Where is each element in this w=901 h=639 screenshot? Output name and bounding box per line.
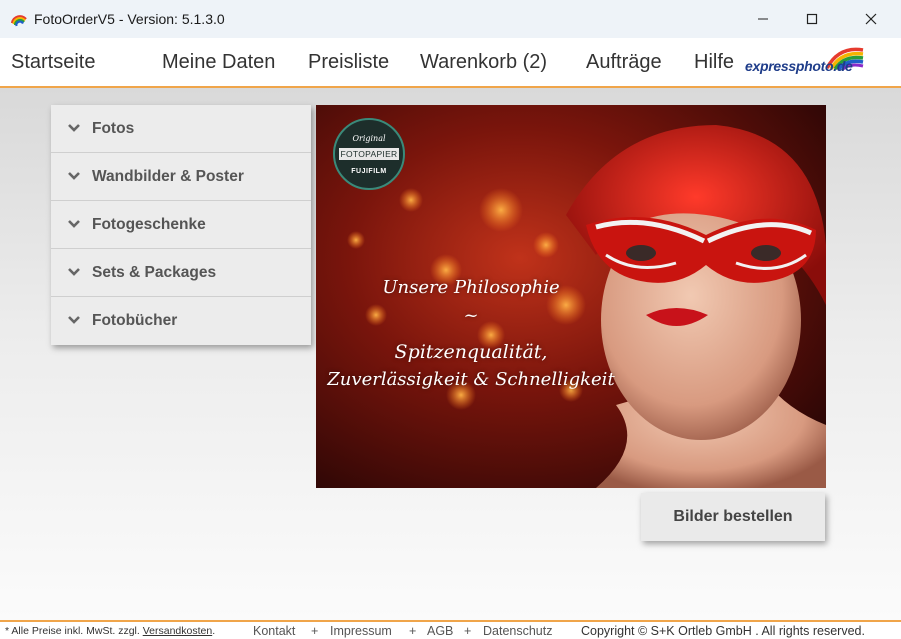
- hero-line-3: Spitzenqualität,: [394, 341, 548, 363]
- nav-preisliste[interactable]: Preisliste: [308, 51, 389, 74]
- main-content: Fotos Wandbilder & Poster Fotogeschenke …: [0, 88, 901, 620]
- footer-link-impressum[interactable]: Impressum: [330, 624, 392, 638]
- hero-banner: Original FOTOPAPIER FUJIFILM Unsere Phil…: [316, 105, 826, 488]
- chevron-down-icon: [68, 268, 80, 276]
- menu-item-wandbilder[interactable]: Wandbilder & Poster: [51, 153, 311, 201]
- main-nav: Startseite Meine Daten Preisliste Warenk…: [0, 38, 901, 88]
- footer-separator: +: [464, 624, 472, 638]
- chevron-down-icon: [68, 124, 80, 132]
- fujifilm-badge: Original FOTOPAPIER FUJIFILM: [333, 118, 405, 190]
- nav-startseite[interactable]: Startseite: [11, 51, 95, 74]
- footer-link-datenschutz[interactable]: Datenschutz: [483, 624, 552, 638]
- menu-item-sets-packages[interactable]: Sets & Packages: [51, 249, 311, 297]
- badge-bottom-text: FUJIFILM: [351, 168, 387, 175]
- category-menu: Fotos Wandbilder & Poster Fotogeschenke …: [51, 105, 311, 345]
- footer-separator: +: [409, 624, 417, 638]
- logo-express: express: [745, 58, 796, 74]
- chevron-down-icon: [68, 316, 80, 324]
- close-button[interactable]: [848, 0, 894, 38]
- menu-item-label: Fotos: [92, 120, 135, 137]
- menu-item-fotobuecher[interactable]: Fotobücher: [51, 297, 311, 345]
- footer: * Alle Preise inkl. MwSt. zzgl. Versandk…: [0, 620, 901, 639]
- maximize-button[interactable]: [789, 0, 835, 38]
- title-bar: FotoOrderV5 - Version: 5.1.3.0: [0, 0, 901, 38]
- minimize-icon: [758, 18, 768, 20]
- expressphoto-logo[interactable]: expressphoto.de: [745, 44, 885, 84]
- nav-meine-daten[interactable]: Meine Daten: [162, 51, 275, 74]
- price-note-prefix: * Alle Preise inkl. MwSt. zzgl.: [5, 625, 140, 637]
- minimize-button[interactable]: [740, 0, 786, 38]
- nav-auftraege[interactable]: Aufträge: [586, 51, 662, 74]
- window-title: FotoOrderV5 - Version: 5.1.3.0: [34, 11, 225, 27]
- menu-item-fotos[interactable]: Fotos: [51, 105, 311, 153]
- nav-warenkorb[interactable]: Warenkorb (2): [420, 51, 547, 74]
- order-photos-button[interactable]: Bilder bestellen: [641, 493, 825, 541]
- footer-link-kontakt[interactable]: Kontakt: [253, 624, 295, 638]
- copyright-text: Copyright © S+K Ortleb GmbH . All rights…: [581, 624, 865, 638]
- close-icon: [865, 13, 877, 25]
- hero-line-2: ~: [463, 305, 479, 326]
- chevron-down-icon: [68, 172, 80, 180]
- menu-item-label: Sets & Packages: [92, 264, 217, 281]
- maximize-icon: [806, 13, 818, 25]
- rainbow-app-icon: [10, 15, 27, 27]
- logo-photo: photo: [795, 58, 834, 74]
- price-note: * Alle Preise inkl. MwSt. zzgl. Versandk…: [5, 625, 215, 637]
- price-note-suffix: .: [212, 625, 216, 637]
- shipping-costs-link[interactable]: Versandkosten: [143, 625, 212, 637]
- menu-item-label: Fotogeschenke: [92, 216, 206, 233]
- chevron-down-icon: [68, 220, 80, 228]
- logo-tld: .de: [833, 58, 853, 74]
- menu-item-label: Fotobücher: [92, 312, 178, 329]
- menu-item-fotogeschenke[interactable]: Fotogeschenke: [51, 201, 311, 249]
- badge-middle-text: FOTOPAPIER: [339, 148, 399, 160]
- menu-item-label: Wandbilder & Poster: [92, 168, 244, 185]
- hero-line-4: Zuverlässigkeit & Schnelligkeit: [327, 369, 615, 390]
- footer-separator: +: [311, 624, 319, 638]
- hero-line-1: Unsere Philosophie: [382, 277, 560, 298]
- nav-hilfe[interactable]: Hilfe: [694, 51, 734, 74]
- footer-link-agb[interactable]: AGB: [427, 624, 453, 638]
- badge-top-text: Original: [352, 134, 386, 143]
